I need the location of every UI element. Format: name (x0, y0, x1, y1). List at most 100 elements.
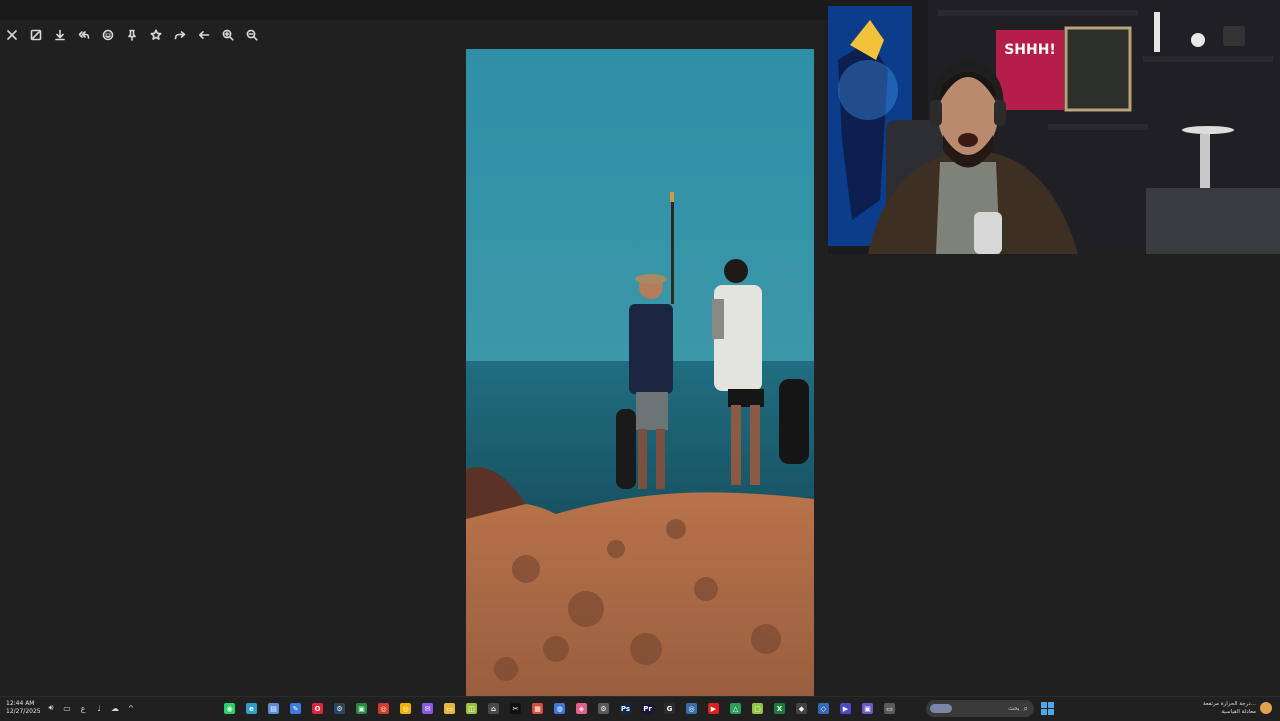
microphone-icon[interactable]: ♩ (94, 702, 104, 714)
taskbar-app-app-red[interactable]: ▦ (528, 699, 547, 718)
zoom-out-button[interactable] (240, 24, 264, 46)
vpn-icon: ◇ (818, 703, 829, 714)
edit-icon: ✎ (290, 703, 301, 714)
forward-icon (174, 31, 186, 40)
language-indicator[interactable]: ع (78, 702, 88, 714)
viewer-photo (466, 49, 814, 696)
weather-line1: درجة الحرارة مرتفعة... (1203, 701, 1256, 707)
taskbar-app-app-purple[interactable]: ▣ (858, 699, 877, 718)
photoshop-icon: Ps (620, 703, 631, 714)
start-button[interactable] (1041, 702, 1054, 715)
sign-text: SHHH! (1004, 42, 1056, 58)
system-tray: 🔊︎ ▭ ع ♩ ☁ ^ (46, 702, 136, 714)
clock[interactable]: 12:44 AM 12/27/2025 (6, 700, 41, 716)
rocky-shore (466, 492, 814, 696)
download-icon (55, 29, 65, 41)
reply-all-button[interactable] (72, 24, 96, 46)
taskbar-app-desktop[interactable]: ▭ (880, 699, 899, 718)
clock-time: 12:44 AM (6, 700, 35, 707)
zoom-in-button[interactable] (216, 24, 240, 46)
chevron-up-icon[interactable]: ^ (126, 702, 136, 714)
taskbar-search[interactable]: بحث ⌕ (926, 700, 1034, 717)
back-arrow-icon (199, 31, 210, 39)
explorer-icon: ▭ (444, 703, 455, 714)
weather-widget[interactable]: درجة الحرارة مرتفعة... معادلة القياسية (1203, 700, 1256, 716)
taskbar-app-app-blue[interactable]: ◍ (550, 699, 569, 718)
search-highlight-icon (930, 704, 952, 713)
premiere-icon: Pr (642, 703, 653, 714)
taskbar-app-chrome-alt[interactable]: ◎ (374, 699, 393, 718)
taskbar-app-sticky[interactable]: ▢ (748, 699, 767, 718)
close-icon (7, 30, 17, 40)
chrome-alt-icon: ◎ (378, 703, 389, 714)
taskbar-app-edit[interactable]: ✎ (286, 699, 305, 718)
youtube-icon: ▶ (708, 703, 719, 714)
back-button[interactable] (192, 24, 216, 46)
reply-all-icon (78, 31, 90, 39)
zoom-out-icon (246, 29, 258, 41)
fit-screen-button[interactable] (24, 24, 48, 46)
chrome-2-icon: ◎ (686, 703, 697, 714)
fit-screen-icon (30, 29, 42, 41)
app-blue-icon: ◍ (554, 703, 565, 714)
search-icon: ⌕ (1023, 703, 1028, 713)
download-button[interactable] (48, 24, 72, 46)
taskbar-app-opera[interactable]: O (308, 699, 327, 718)
taskbar-app-store[interactable]: ⌂ (484, 699, 503, 718)
google-icon: G (664, 703, 675, 714)
taskbar-app-browser-edge[interactable]: e (242, 699, 261, 718)
taskbar-app-chrome-2[interactable]: ◎ (682, 699, 701, 718)
right-empty-panel (828, 254, 1280, 696)
taskbar: 12:44 AM 12/27/2025 🔊︎ ▭ ع ♩ ☁ ^ ◉ e ▤ ✎ O ⚙ ▣… (0, 696, 1280, 721)
cloud-icon[interactable]: ☁ (110, 702, 120, 714)
chrome-icon: ◎ (400, 703, 411, 714)
taskbar-app-media[interactable]: ▶ (836, 699, 855, 718)
weather-icon (1260, 702, 1272, 714)
pin-icon (128, 29, 136, 41)
app-purple-icon: ▣ (862, 703, 873, 714)
pc-case (1146, 188, 1280, 254)
pin-button[interactable] (120, 24, 144, 46)
taskbar-app-chrome[interactable]: ◎ (396, 699, 415, 718)
forward-button[interactable] (168, 24, 192, 46)
taskbar-app-xbox[interactable]: ▣ (352, 699, 371, 718)
taskbar-app-excel[interactable]: X (770, 699, 789, 718)
taskbar-app-capcut[interactable]: ✂ (506, 699, 525, 718)
taskbar-app-messenger[interactable]: ✉ (418, 699, 437, 718)
react-button[interactable] (96, 24, 120, 46)
taskbar-app-app-green[interactable]: ◫ (462, 699, 481, 718)
drive-icon: △ (730, 703, 741, 714)
xbox-icon: ▣ (356, 703, 367, 714)
taskbar-app-drive[interactable]: △ (726, 699, 745, 718)
taskbar-app-premiere[interactable]: Pr (638, 699, 657, 718)
webcam-overlay: SHHH! (828, 0, 1280, 254)
app-red-icon: ▦ (532, 703, 543, 714)
pinned-apps: ◉ e ▤ ✎ O ⚙ ▣ ◎ ◎ ✉ ▭ ◫ ⌂ ✂ ▦ ◍ ◈ ⚙ Ps Pr G ◎ ▶ △ ▢ X ◆ ◇ ▶ ▣ ▭ (220, 699, 899, 718)
search-placeholder: بحث (1008, 705, 1020, 712)
star-icon (150, 29, 162, 40)
taskbar-app-steam[interactable]: ⚙ (330, 699, 349, 718)
sticky-icon: ▢ (752, 703, 763, 714)
taskbar-app-settings[interactable]: ⚙ (594, 699, 613, 718)
close-button[interactable] (0, 24, 24, 46)
taskbar-app-google[interactable]: G (660, 699, 679, 718)
taskbar-app-vpn[interactable]: ◇ (814, 699, 833, 718)
network-icon[interactable]: ▭ (62, 702, 72, 714)
taskbar-app-youtube[interactable]: ▶ (704, 699, 723, 718)
messenger-icon: ✉ (422, 703, 433, 714)
taskbar-app-photoshop[interactable]: Ps (616, 699, 635, 718)
taskbar-app-app-multi[interactable]: ◈ (572, 699, 591, 718)
taskbar-app-explorer[interactable]: ▭ (440, 699, 459, 718)
taskbar-app-notepad[interactable]: ▤ (264, 699, 283, 718)
volume-icon[interactable]: 🔊︎ (46, 702, 56, 714)
capcut-icon: ✂ (510, 703, 521, 714)
desktop-icon: ▭ (884, 703, 895, 714)
viewer-toolbar (0, 24, 264, 46)
notepad-icon: ▤ (268, 703, 279, 714)
taskbar-app-whatsapp[interactable]: ◉ (220, 699, 239, 718)
top-strip (0, 0, 828, 20)
taskbar-app-game[interactable]: ◆ (792, 699, 811, 718)
media-icon: ▶ (840, 703, 851, 714)
steam-icon: ⚙ (334, 703, 345, 714)
star-button[interactable] (144, 24, 168, 46)
